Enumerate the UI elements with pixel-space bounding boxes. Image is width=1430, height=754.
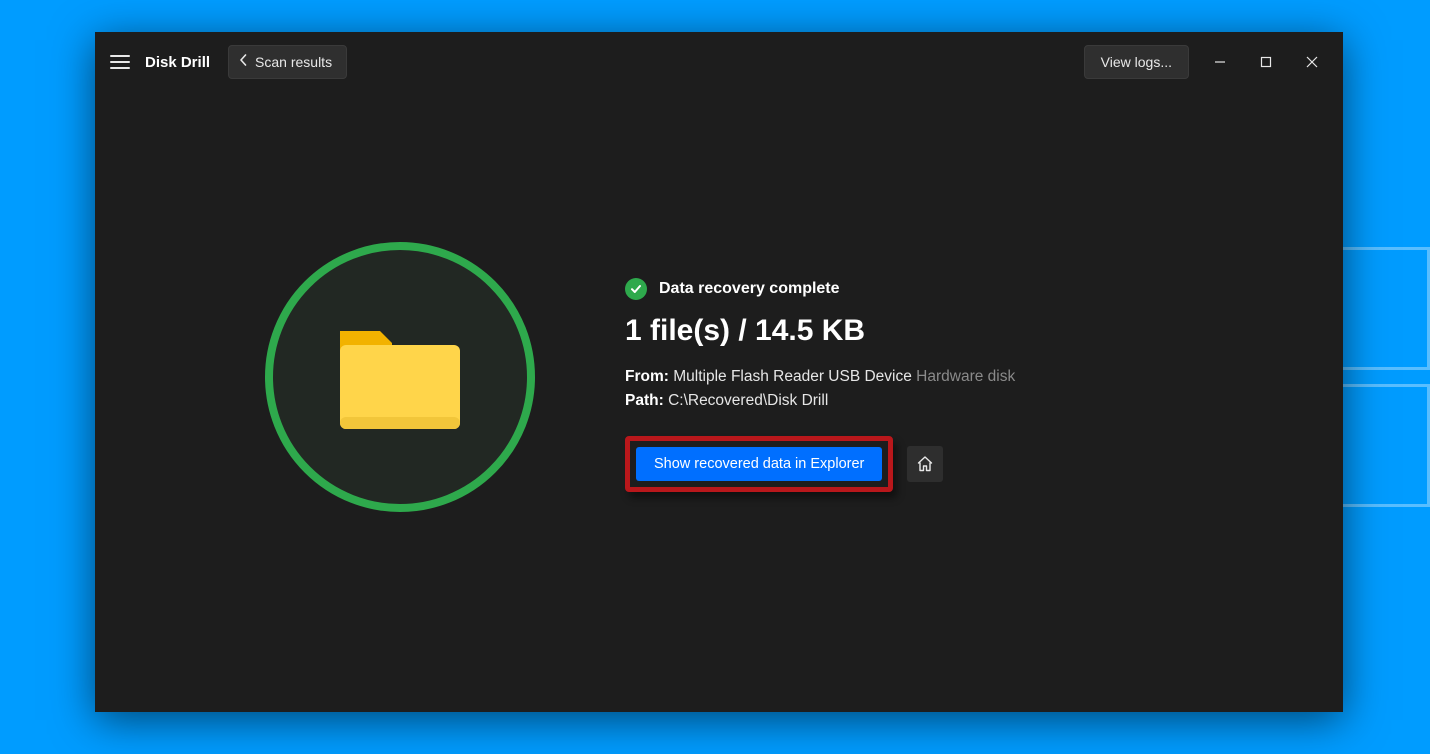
from-label: From: xyxy=(625,368,669,385)
path-label: Path: xyxy=(625,392,664,409)
show-in-explorer-button[interactable]: Show recovered data in Explorer xyxy=(636,447,882,481)
home-button[interactable] xyxy=(907,446,943,482)
folder-icon xyxy=(330,317,470,437)
result-headline: 1 file(s) / 14.5 KB xyxy=(625,314,1303,348)
back-button[interactable]: Scan results xyxy=(228,45,347,79)
details-column: Data recovery complete 1 file(s) / 14.5 … xyxy=(625,232,1343,492)
chevron-left-icon xyxy=(239,54,247,69)
status-line: Data recovery complete xyxy=(625,278,1303,300)
action-row: Show recovered data in Explorer xyxy=(625,436,1303,492)
check-circle-icon xyxy=(625,278,647,300)
back-button-label: Scan results xyxy=(255,54,332,70)
status-title: Data recovery complete xyxy=(659,280,840,298)
close-button[interactable] xyxy=(1289,45,1335,79)
menu-icon[interactable] xyxy=(109,51,131,73)
content-area: Data recovery complete 1 file(s) / 14.5 … xyxy=(95,92,1343,712)
path-value: C:\Recovered\Disk Drill xyxy=(668,392,828,409)
home-icon xyxy=(916,455,934,473)
illustration-column xyxy=(95,232,625,512)
maximize-button[interactable] xyxy=(1243,45,1289,79)
path-line: Path: C:\Recovered\Disk Drill xyxy=(625,392,1303,410)
app-title: Disk Drill xyxy=(145,54,210,71)
from-value: Multiple Flash Reader USB Device xyxy=(673,368,912,385)
view-logs-button[interactable]: View logs... xyxy=(1084,45,1189,79)
app-window: Disk Drill Scan results View logs... xyxy=(95,32,1343,712)
from-type: Hardware disk xyxy=(916,368,1015,385)
success-folder-badge xyxy=(265,242,535,512)
from-line: From: Multiple Flash Reader USB Device H… xyxy=(625,368,1303,386)
minimize-button[interactable] xyxy=(1197,45,1243,79)
highlight-annotation: Show recovered data in Explorer xyxy=(625,436,893,492)
titlebar: Disk Drill Scan results View logs... xyxy=(95,32,1343,92)
